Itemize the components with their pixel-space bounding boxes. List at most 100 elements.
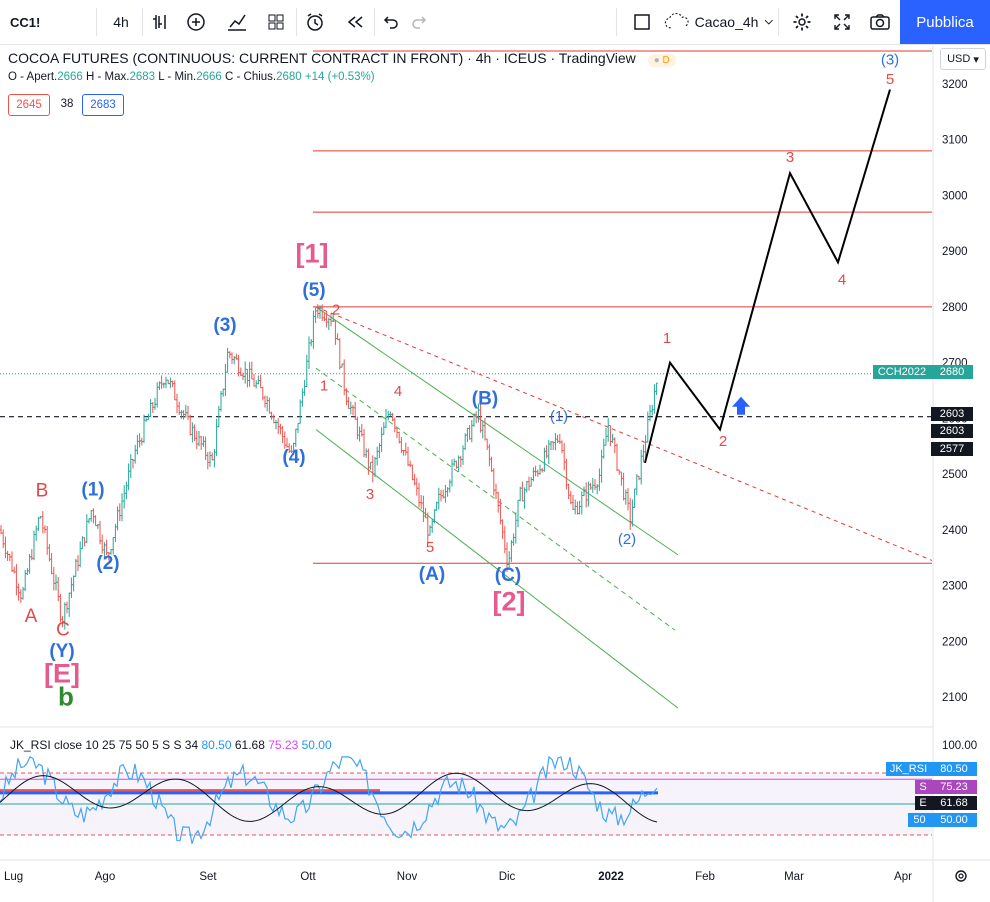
open-label: O - Apert. [8,71,58,83]
toolbar-divider [96,8,97,36]
ohlc-bar [151,402,154,413]
contract-tag: CCH2022 [873,365,931,379]
ohlc-bar [303,379,306,396]
wave-label: (3) [881,51,899,68]
legend-source: TradingView [558,50,636,66]
rsi-tick-100: 100.00 [942,740,977,752]
ohlc-bar [338,338,341,370]
symbol-search-button[interactable]: CC1! [4,6,58,38]
layout-menu-button[interactable]: Cacao_4h [664,6,774,38]
ohlc-bar [613,437,616,454]
ohlc-bar [41,511,44,534]
ohlc-bar [301,388,304,407]
templates-icon[interactable] [262,6,290,38]
ohlc-bar [224,363,227,397]
wave-label: 2 [332,302,340,319]
ohlc-bar [556,434,559,444]
ohlc-bar [365,448,368,458]
publish-button[interactable]: Pubblica [900,0,990,44]
ohlc-bar [167,379,170,385]
ohlc-bar [213,449,216,468]
ohlc-bar [70,577,73,599]
rsi-value-e: 61.68 [234,738,265,752]
ohlc-bar [360,423,363,437]
ohlc-bar [411,464,414,481]
y-tick-label: 2300 [942,581,968,593]
ohlc-bar [87,518,91,524]
ohlc-bar [373,456,377,478]
ohlc-bar [358,426,361,442]
ohlc-bar [96,524,99,530]
ohlc-bar [640,449,643,485]
ohlc-bar [481,420,484,439]
ohlc-bar [523,487,526,509]
undo-icon[interactable] [378,6,404,38]
add-compare-icon[interactable] [182,6,210,38]
indicators-icon[interactable] [222,6,252,38]
ohlc-bar [299,399,302,424]
ohlc-bar [598,468,601,491]
ohlc-bar [186,405,190,420]
replay-icon[interactable] [340,6,370,38]
ohlc-bar [402,449,405,456]
bar-style-icon[interactable] [146,6,174,38]
ohlc-bar [83,537,86,547]
ohlc-bar [26,568,29,575]
ohlc-bar [525,480,528,493]
wave-label: b [58,681,74,711]
ohlc-bar [255,380,258,389]
redo-icon[interactable] [406,6,432,38]
chevron-down-icon [765,19,774,25]
wave-label: (2) [618,531,636,548]
interval-button[interactable]: 4h [104,6,138,38]
ohlc-bar [118,503,121,522]
ohlc-bar [272,414,275,424]
legend-interval: 4h [475,50,492,66]
ohlc-bar [296,422,300,434]
ohlc-bar [635,474,638,496]
wave-label: 1 [663,330,671,347]
ohlc-bar [624,489,627,505]
ohlc-bar [206,452,209,470]
ohlc-bar [574,499,577,515]
ask-badge[interactable]: 2683 [82,94,124,116]
ohlc-bar [486,438,489,450]
currency-select[interactable]: USD ▾ [940,48,986,70]
ohlc-bar [534,465,537,477]
instrument-title: COCOA FUTURES (CONTINUOUS: CURRENT CONTR… [8,50,464,66]
ohlc-bar [131,458,135,469]
projection-path [644,89,891,464]
ohlc-bar [591,478,594,493]
rsi-value-mid: 50.00 [301,738,332,752]
ohlc-bar [457,455,460,473]
high-label: H - Max. [86,71,130,83]
ohlc-bar [349,401,352,415]
ohlc-bar [15,564,18,596]
ohlc-bar [222,388,225,397]
camera-icon[interactable] [866,6,894,38]
x-tick-label: 2022 [598,871,624,883]
open-value: 2666 [57,71,83,83]
ohlc-bar [235,353,238,360]
ohlc-bar [175,393,179,414]
ohlc-bar [382,422,385,435]
bid-badge[interactable]: 2645 [8,94,50,116]
wave-label: (C) [495,565,521,586]
expand-icon[interactable] [828,6,856,38]
gear-icon[interactable] [788,6,816,38]
fullscreen-square-icon[interactable] [628,6,656,38]
ohlc-bar [356,416,359,440]
rsi-label-main: 80.50 [931,762,977,776]
ohlc-bar [439,489,443,502]
ohlc-bar [450,459,454,487]
price-chart[interactable]: B (1)(2)AC(Y)[E]b(3)(4)[1](5)21 435(A)(B)(… [0,44,990,902]
alert-clock-icon[interactable] [300,6,330,38]
ohlc-bar [642,444,645,463]
ohlc-bar [92,508,95,524]
spread-value: 38 [60,98,74,110]
ohlc-bar [57,576,60,602]
ohlc-bar [655,382,658,396]
ohlc-bar [195,430,198,450]
ohlc-bar [626,488,630,511]
ohlc-bar [257,375,260,385]
